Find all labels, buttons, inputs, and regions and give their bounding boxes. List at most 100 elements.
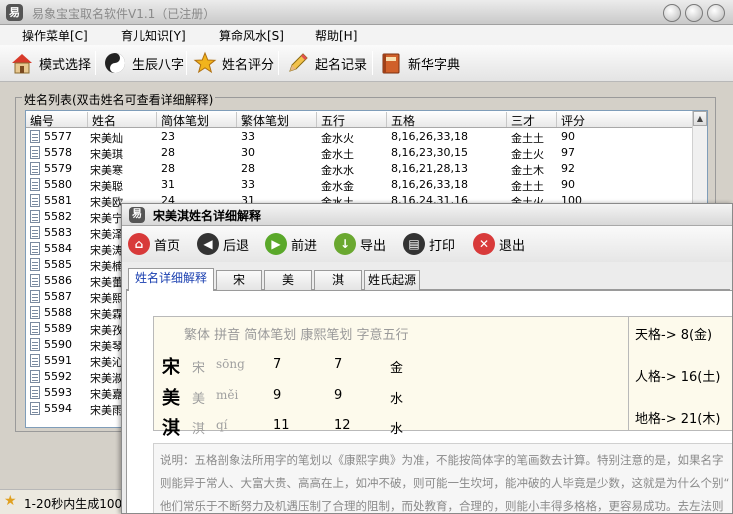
kangxi-strokes: 12 xyxy=(334,418,351,433)
cell-id: 5593 xyxy=(44,386,72,399)
document-icon xyxy=(30,210,40,223)
document-icon xyxy=(30,386,40,399)
pinyin: sōng xyxy=(216,357,245,371)
document-icon xyxy=(30,402,40,415)
forward-arrow-icon: ▶ xyxy=(265,233,287,255)
cell-id: 5585 xyxy=(44,258,72,271)
cell-sancai: 金土木 xyxy=(511,164,544,177)
cell-wuge: 8,16,26,33,18 xyxy=(391,178,468,191)
explanation-note: 说明：五格剖象法所用字的笔划以《康熙字典》为准，不能按简体字的笔画数去计算。特别… xyxy=(153,443,732,513)
cell-simplified-strokes: 28 xyxy=(161,162,175,175)
cell-wuge: 8,16,23,30,15 xyxy=(391,146,468,159)
home-button[interactable]: ⌂ 首页 xyxy=(128,232,180,256)
minimize-button[interactable] xyxy=(663,4,681,22)
tab-char-2[interactable]: 美 xyxy=(264,270,312,290)
cell-name: 宋美孜 xyxy=(90,324,123,337)
xinhua-dictionary-button[interactable]: 新华字典 xyxy=(379,49,460,77)
cell-score: 90 xyxy=(561,178,575,191)
print-button[interactable]: ▤ 打印 xyxy=(403,232,455,256)
column-header-sancai[interactable]: 三才 xyxy=(507,112,557,127)
star-icon: ★ xyxy=(4,493,17,509)
char-row: 美 美 měi 9 9 水 xyxy=(154,384,624,409)
char: 宋 xyxy=(162,357,180,378)
cell-id: 5580 xyxy=(44,178,72,191)
cell-wuxing: 金水火 xyxy=(321,132,354,145)
detail-tabs: 姓名详细解释 宋 美 淇 姓氏起源 xyxy=(126,268,730,291)
cell-wuge: 8,16,21,28,13 xyxy=(391,162,468,175)
char-wuxing: 水 xyxy=(390,392,404,407)
cell-id: 5577 xyxy=(44,130,72,143)
cell-name: 宋美琪 xyxy=(90,148,123,161)
cell-traditional-strokes: 33 xyxy=(241,130,255,143)
cell-id: 5578 xyxy=(44,146,72,159)
document-icon xyxy=(30,258,40,271)
table-row[interactable]: 5578 宋美琪 28 30 金水土 8,16,23,30,15 金土火 97 xyxy=(26,145,694,161)
document-icon xyxy=(30,354,40,367)
document-icon xyxy=(30,130,40,143)
cell-sancai: 金土火 xyxy=(511,148,544,161)
column-header-traditional-strokes[interactable]: 繁体笔划 xyxy=(237,112,317,127)
forward-button[interactable]: ▶ 前进 xyxy=(265,232,317,256)
mode-select-button[interactable]: 模式选择 xyxy=(10,49,91,77)
traditional-char: 宋 xyxy=(192,361,206,376)
document-icon xyxy=(30,146,40,159)
home-icon: ⌂ xyxy=(128,233,150,255)
maximize-button[interactable] xyxy=(685,4,703,22)
close-button[interactable] xyxy=(707,4,725,22)
simplified-strokes: 7 xyxy=(273,357,282,372)
table-row[interactable]: 5580 宋美聪 31 33 金水金 8,16,26,33,18 金土土 90 xyxy=(26,177,694,193)
char-table-header: 繁体 拼音 简体笔划 康熙笔划 字意五行 xyxy=(184,328,409,343)
cell-id: 5586 xyxy=(44,274,72,287)
document-icon xyxy=(30,162,40,175)
column-header-wuge[interactable]: 五格 xyxy=(387,112,507,127)
column-header-simplified-strokes[interactable]: 简体笔划 xyxy=(157,112,237,127)
tab-char-1[interactable]: 宋 xyxy=(216,270,262,290)
char: 淇 xyxy=(162,418,180,439)
name-score-button[interactable]: 姓名评分 xyxy=(193,49,274,77)
menu-bar: 操作菜单[C] 育儿知识[Y] 算命风水[S] 帮助[H] xyxy=(0,25,733,45)
document-icon xyxy=(30,178,40,191)
main-toolbar: 模式选择 生辰八字 姓名评分 起名记录 新华字典 xyxy=(0,45,733,82)
document-icon xyxy=(30,242,40,255)
menu-fortune[interactable]: 算命风水[S] xyxy=(219,27,284,44)
traditional-char: 淇 xyxy=(192,422,206,437)
column-header-wuxing[interactable]: 五行 xyxy=(317,112,387,127)
traditional-char: 美 xyxy=(192,392,206,407)
dialog-titlebar[interactable]: 易 宋美淇姓名详细解释 xyxy=(122,204,732,226)
cell-traditional-strokes: 28 xyxy=(241,162,255,175)
menu-help[interactable]: 帮助[H] xyxy=(315,27,357,44)
birth-bazi-button[interactable]: 生辰八字 xyxy=(103,49,184,77)
table-row[interactable]: 5579 宋美寒 28 28 金水水 8,16,21,28,13 金土木 92 xyxy=(26,161,694,177)
cell-id: 5594 xyxy=(44,402,72,415)
table-row[interactable]: 5577 宋美灿 23 33 金水火 8,16,26,33,18 金土土 90 xyxy=(26,129,694,145)
cell-name: 宋美雨 xyxy=(90,404,123,417)
char-wuxing: 金 xyxy=(390,361,404,376)
tab-name-detail[interactable]: 姓名详细解释 xyxy=(128,268,214,291)
tab-char-3[interactable]: 淇 xyxy=(314,270,362,290)
house-icon xyxy=(10,51,34,75)
back-button[interactable]: ◀ 后退 xyxy=(197,232,249,256)
naming-records-button[interactable]: 起名记录 xyxy=(286,49,367,77)
menu-operations[interactable]: 操作菜单[C] xyxy=(22,27,88,44)
menu-parenting[interactable]: 育儿知识[Y] xyxy=(121,27,186,44)
pinyin: qí xyxy=(216,418,228,432)
cell-name: 宋美灿 xyxy=(90,132,123,145)
export-button[interactable]: ↓ 导出 xyxy=(334,232,386,256)
cell-traditional-strokes: 33 xyxy=(241,178,255,191)
column-header-name[interactable]: 姓名 xyxy=(88,112,157,127)
document-icon xyxy=(30,274,40,287)
scroll-up-arrow-icon[interactable]: ▲ xyxy=(693,111,707,126)
tab-surname-origin[interactable]: 姓氏起源 xyxy=(364,270,420,290)
document-icon xyxy=(30,226,40,239)
exit-button[interactable]: ✕ 退出 xyxy=(473,232,525,256)
column-header-score[interactable]: 评分 xyxy=(557,112,694,127)
dialog-toolbar: ⌂ 首页 ◀ 后退 ▶ 前进 ↓ 导出 ▤ 打印 ✕ 退出 xyxy=(122,226,732,262)
download-icon: ↓ xyxy=(334,233,356,255)
toolbar-separator xyxy=(186,51,187,75)
document-icon xyxy=(30,194,40,207)
column-header-id[interactable]: 编号 xyxy=(26,112,88,127)
cell-id: 5589 xyxy=(44,322,72,335)
list-header: 编号 姓名 简体笔划 繁体笔划 五行 五格 三才 评分 xyxy=(26,111,707,128)
cell-name: 宋美楠 xyxy=(90,260,123,273)
main-titlebar[interactable]: 易 易象宝宝取名软件V1.1（已注册） xyxy=(0,0,733,25)
